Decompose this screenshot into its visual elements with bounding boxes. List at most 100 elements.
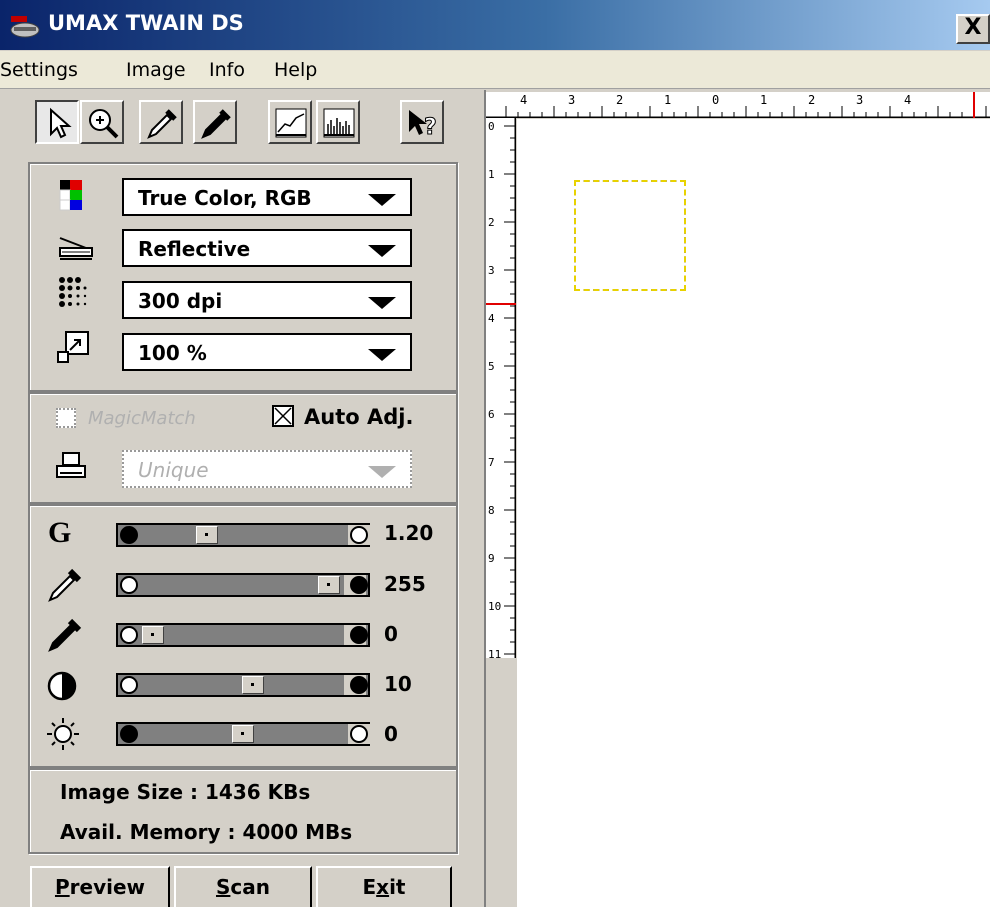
magicmatch-label: MagicMatch (88, 408, 196, 429)
scale-value: 100 % (138, 341, 207, 365)
chevron-down-icon (368, 297, 396, 309)
color-mode-icon (56, 178, 96, 214)
ruler-label: 3 (568, 93, 575, 107)
menu-image[interactable]: Image (126, 59, 186, 81)
source-select[interactable]: Reflective (122, 229, 412, 267)
printer-profile-select[interactable]: Unique (122, 450, 412, 488)
exit-label-end: it (389, 875, 406, 899)
help-tool[interactable]: ? (400, 100, 444, 144)
contrast-slider[interactable] (116, 673, 370, 697)
contrast-value: 10 (384, 672, 412, 696)
gamma-slider[interactable] (116, 523, 370, 547)
shadow-value: 0 (384, 622, 398, 646)
ruler-label: 6 (488, 408, 495, 421)
auto-adj-label: Auto Adj. (304, 405, 414, 429)
ruler-label: 8 (488, 504, 495, 517)
preview-button[interactable]: Preview (30, 866, 170, 907)
gamma-icon: G (48, 516, 72, 549)
horizontal-ruler: 4 3 2 1 0 1 2 3 4 (486, 92, 990, 118)
printer-profile-value: Unique (138, 458, 209, 482)
ruler-label: 4 (520, 93, 527, 107)
scale-select[interactable]: 100 % (122, 333, 412, 371)
checkmark-x-icon (274, 407, 292, 425)
slider-thumb[interactable] (142, 626, 164, 644)
chevron-down-icon (368, 349, 396, 361)
ruler-label: 1 (664, 93, 671, 107)
black-point-tool[interactable] (193, 100, 237, 144)
ruler-label: 2 (616, 93, 623, 107)
ruler-label: 4 (488, 312, 495, 325)
ruler-label: 0 (712, 93, 719, 107)
scan-button[interactable]: Scan (174, 866, 312, 907)
slider-min-knob (120, 526, 138, 544)
contrast-icon (46, 668, 86, 704)
curve-icon (275, 108, 307, 138)
white-eyedropper-icon (46, 566, 86, 602)
highlight-value: 255 (384, 572, 426, 596)
histogram-tool[interactable] (316, 100, 360, 144)
histogram-icon (323, 108, 355, 138)
white-point-tool[interactable] (139, 100, 183, 144)
avail-memory-text: Avail. Memory : 4000 MBs (60, 820, 353, 844)
scan-selection-marquee[interactable] (574, 180, 686, 291)
svg-text:?: ? (424, 115, 437, 140)
ruler-label: 0 (488, 120, 495, 133)
resolution-value: 300 dpi (138, 289, 223, 313)
zoom-tool[interactable] (80, 100, 124, 144)
menu-settings[interactable]: Settings (0, 59, 78, 81)
black-eyedropper-icon (201, 109, 231, 139)
auto-adj-checkbox[interactable] (272, 405, 294, 427)
brightness-value: 0 (384, 722, 398, 746)
chevron-down-icon (368, 194, 396, 206)
scan-label: can (230, 875, 270, 899)
slider-min-knob (120, 725, 138, 743)
scanner-app-icon[interactable] (10, 13, 40, 39)
image-size-text: Image Size : 1436 KBs (60, 780, 311, 804)
ruler-label: 2 (808, 93, 815, 107)
slider-max-knob (350, 526, 368, 544)
menu-info[interactable]: Info (209, 59, 245, 81)
preview-mnemonic: P (54, 875, 70, 899)
slider-min-knob (120, 576, 138, 594)
ruler-label: 1 (488, 168, 495, 181)
shadow-slider[interactable] (116, 623, 370, 647)
slider-thumb[interactable] (318, 576, 340, 594)
slider-max-knob (350, 676, 368, 694)
scan-mnemonic: S (216, 875, 231, 899)
scanner-source-icon (56, 228, 96, 264)
preview-label: review (69, 875, 146, 899)
close-button[interactable]: X (956, 14, 990, 44)
ruler-label: 4 (904, 93, 911, 107)
slider-thumb[interactable] (196, 526, 218, 544)
ruler-label: 1 (760, 93, 767, 107)
zoom-icon (89, 109, 119, 139)
magicmatch-checkbox[interactable] (56, 408, 76, 428)
color-mode-value: True Color, RGB (138, 186, 312, 210)
color-mode-select[interactable]: True Color, RGB (122, 178, 412, 216)
slider-max-knob (350, 576, 368, 594)
ruler-label: 7 (488, 456, 495, 469)
curve-tool[interactable] (268, 100, 312, 144)
pointer-tool[interactable] (35, 100, 79, 144)
exit-button[interactable]: Exit (316, 866, 452, 907)
brightness-slider[interactable] (116, 722, 370, 746)
slider-min-knob (120, 626, 138, 644)
resolution-icon (56, 275, 96, 311)
window-title: UMAX TWAIN DS (48, 11, 244, 35)
ruler-label: 10 (488, 600, 501, 613)
ruler-label: 3 (488, 264, 495, 277)
highlight-slider[interactable] (116, 573, 370, 597)
vertical-ruler: 0 1 2 3 4 5 6 7 8 9 10 11 (486, 118, 516, 661)
ruler-label: 2 (488, 216, 495, 229)
slider-thumb[interactable] (232, 725, 254, 743)
resolution-select[interactable]: 300 dpi (122, 281, 412, 319)
chevron-down-icon (368, 466, 396, 478)
menu-help[interactable]: Help (274, 59, 317, 81)
slider-thumb[interactable] (242, 676, 264, 694)
scale-icon (56, 330, 96, 366)
help-pointer-icon: ? (409, 110, 437, 140)
white-eyedropper-icon (147, 109, 177, 139)
exit-label-start: E (362, 875, 377, 899)
exit-mnemonic: x (376, 875, 390, 899)
ruler-label: 11 (488, 648, 501, 658)
